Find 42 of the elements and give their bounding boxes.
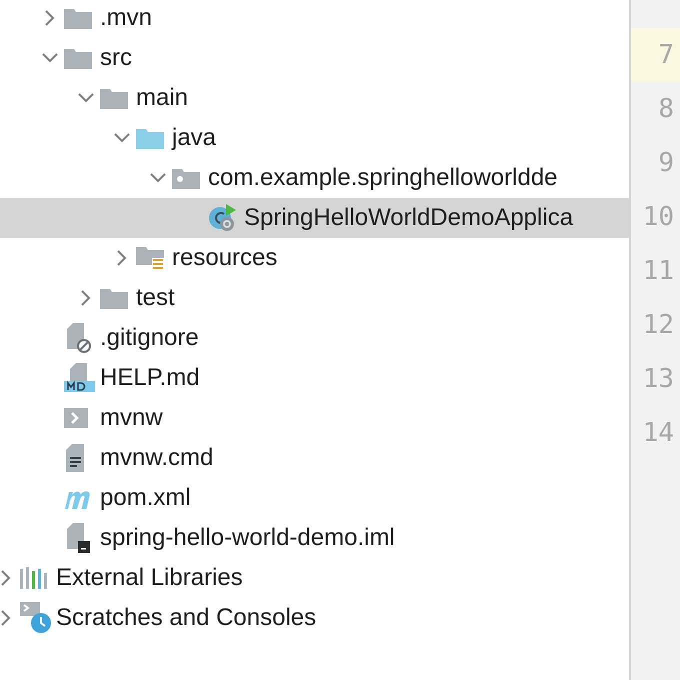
collapsed-chevron-icon[interactable] xyxy=(81,290,91,306)
tree-item-label: main xyxy=(136,84,188,112)
markdown-file-icon xyxy=(64,363,96,393)
collapsed-chevron-icon[interactable] xyxy=(117,250,127,266)
libraries-icon xyxy=(20,567,50,589)
tree-item-label: .gitignore xyxy=(100,324,199,352)
collapsed-chevron-icon[interactable] xyxy=(1,570,11,586)
tree-item-label: pom.xml xyxy=(100,484,191,512)
expanded-chevron-icon[interactable] xyxy=(78,93,94,103)
module-file-icon xyxy=(64,523,92,553)
tree-item-label: mvnw xyxy=(100,404,163,432)
folder-icon xyxy=(136,127,164,149)
scratches-icon xyxy=(20,602,52,634)
tree-item-label: HELP.md xyxy=(100,364,200,392)
expanded-chevron-icon[interactable] xyxy=(42,53,58,63)
ignored-file-icon xyxy=(64,323,92,353)
resources-folder-icon xyxy=(136,245,166,271)
line-number: 7 xyxy=(631,28,680,82)
tree-row[interactable]: SpringHelloWorldDemoApplica xyxy=(0,198,629,238)
tree-item-label: Scratches and Consoles xyxy=(56,604,316,632)
tree-item-label: SpringHelloWorldDemoApplica xyxy=(244,204,574,232)
text-file-icon xyxy=(64,444,86,472)
terminal-file-icon xyxy=(64,407,90,429)
tree-item-label: resources xyxy=(172,244,278,272)
tree-item-label: .mvn xyxy=(100,4,152,32)
expanded-chevron-icon[interactable] xyxy=(114,133,130,143)
package-folder-icon xyxy=(172,167,200,189)
tree-item-label: src xyxy=(100,44,132,72)
tree-item-label: spring-hello-world-demo.iml xyxy=(100,524,395,552)
spring-class-icon xyxy=(208,203,238,233)
tree-item-label: External Libraries xyxy=(56,564,243,592)
expanded-chevron-icon[interactable] xyxy=(150,173,166,183)
tree-item-label: com.example.springhelloworldde xyxy=(208,164,558,192)
collapsed-chevron-icon[interactable] xyxy=(45,10,55,26)
folder-icon xyxy=(64,47,92,69)
folder-icon xyxy=(100,287,128,309)
folder-icon xyxy=(64,7,92,29)
tree-item-label: mvnw.cmd xyxy=(100,444,214,472)
tree-item-label: java xyxy=(172,124,216,152)
collapsed-chevron-icon[interactable] xyxy=(1,610,11,626)
folder-icon xyxy=(100,87,128,109)
tree-item-label: test xyxy=(136,284,175,312)
